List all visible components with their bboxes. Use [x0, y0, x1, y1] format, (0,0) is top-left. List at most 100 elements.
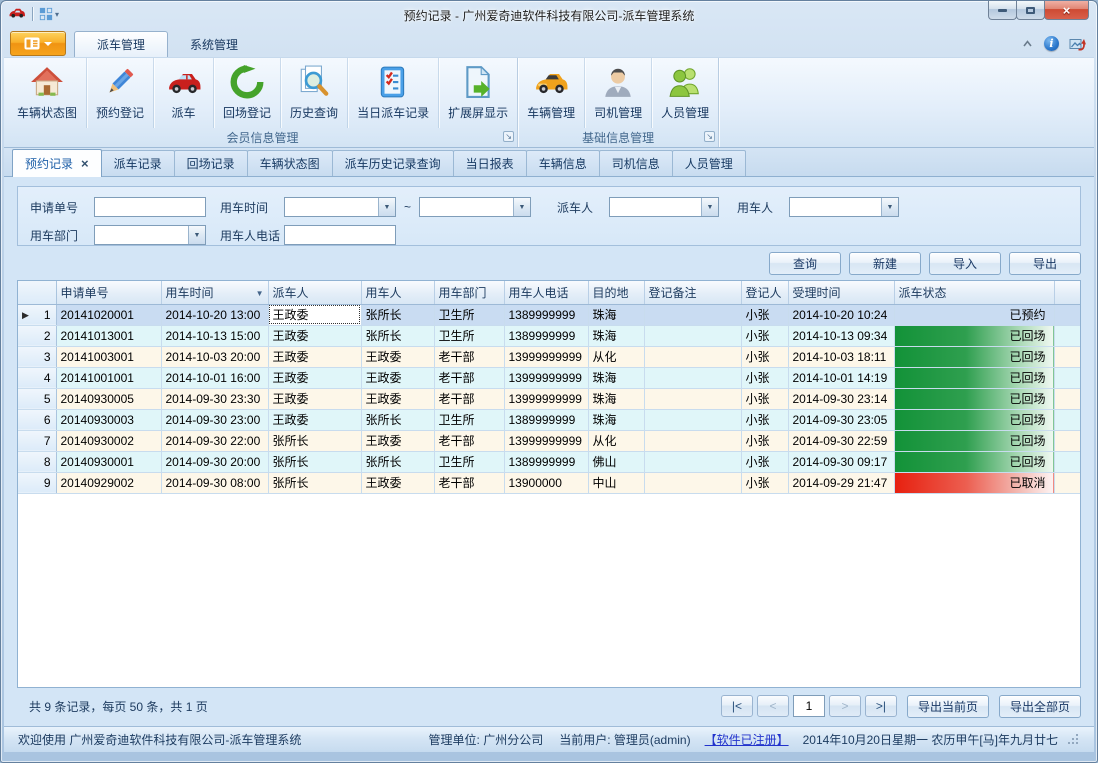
table-row[interactable]: 6201409300032014-09-30 23:00王政委张所长卫生所138…	[18, 409, 1080, 430]
doc-tab-回场记录[interactable]: 回场记录	[174, 150, 248, 176]
cell-派车状态[interactable]: 已回场	[894, 388, 1054, 409]
cell-派车状态[interactable]: 已预约	[894, 304, 1054, 325]
cell-用车人[interactable]: 张所长	[361, 304, 434, 325]
cell-派车人[interactable]: 王政委	[268, 346, 361, 367]
cell-申请单号[interactable]: 20140930005	[56, 388, 161, 409]
first-page-button[interactable]: |<	[721, 695, 753, 717]
column-header-用车人[interactable]: 用车人	[361, 281, 434, 304]
cell-用车时间[interactable]: 2014-09-30 08:00	[161, 472, 268, 493]
ribbon-tab-系统管理[interactable]: 系统管理	[168, 31, 260, 57]
table-row[interactable]: 4201410010012014-10-01 16:00王政委王政委老干部139…	[18, 367, 1080, 388]
cell-用车人[interactable]: 王政委	[361, 367, 434, 388]
prev-page-button[interactable]: <	[757, 695, 789, 717]
doc-tab-派车历史记录查询[interactable]: 派车历史记录查询	[332, 150, 454, 176]
doc-tab-预约记录[interactable]: 预约记录×	[12, 149, 102, 177]
chevron-down-icon[interactable]: ▼	[513, 198, 530, 216]
column-header-登记人[interactable]: 登记人	[741, 281, 788, 304]
cell-用车部门[interactable]: 老干部	[434, 346, 504, 367]
cell-用车时间[interactable]: 2014-10-20 13:00	[161, 304, 268, 325]
row-indicator[interactable]: 9	[18, 472, 56, 493]
cell-受理时间[interactable]: 2014-09-30 23:14	[788, 388, 894, 409]
user-phone-input[interactable]	[284, 225, 396, 245]
cell-目的地[interactable]: 珠海	[588, 325, 644, 346]
cell-派车状态[interactable]: 已回场	[894, 367, 1054, 388]
cell-派车人[interactable]: 王政委	[268, 304, 361, 325]
doc-tab-车辆信息[interactable]: 车辆信息	[526, 150, 600, 176]
cell-派车人[interactable]: 张所长	[268, 451, 361, 472]
cell-用车人[interactable]: 张所长	[361, 409, 434, 430]
cell-用车人[interactable]: 张所长	[361, 325, 434, 346]
cell-用车时间[interactable]: 2014-10-03 20:00	[161, 346, 268, 367]
doc-tab-派车记录[interactable]: 派车记录	[101, 150, 175, 176]
close-button[interactable]: ×	[1044, 1, 1089, 20]
cell-登记人[interactable]: 小张	[741, 388, 788, 409]
column-header-派车人[interactable]: 派车人	[268, 281, 361, 304]
cell-受理时间[interactable]: 2014-10-20 10:24	[788, 304, 894, 325]
ribbon-item-历史查询[interactable]: 历史查询	[281, 58, 348, 128]
cell-申请单号[interactable]: 20140930003	[56, 409, 161, 430]
doc-tab-司机信息[interactable]: 司机信息	[599, 150, 673, 176]
cell-用车人[interactable]: 王政委	[361, 472, 434, 493]
cell-登记人[interactable]: 小张	[741, 346, 788, 367]
cell-登记人[interactable]: 小张	[741, 304, 788, 325]
cell-用车部门[interactable]: 卫生所	[434, 451, 504, 472]
cell-用车人电话[interactable]: 1389999999	[504, 409, 588, 430]
cell-受理时间[interactable]: 2014-10-01 14:19	[788, 367, 894, 388]
cell-申请单号[interactable]: 20140929002	[56, 472, 161, 493]
cell-登记备注[interactable]	[644, 346, 741, 367]
cell-用车人[interactable]: 张所长	[361, 451, 434, 472]
ribbon-item-当日派车记录[interactable]: 当日派车记录	[348, 58, 439, 128]
cell-目的地[interactable]: 从化	[588, 430, 644, 451]
use-time-from-input[interactable]	[285, 198, 378, 216]
cell-用车时间[interactable]: 2014-09-30 22:00	[161, 430, 268, 451]
cell-派车人[interactable]: 王政委	[268, 409, 361, 430]
chevron-down-icon[interactable]: ▼	[701, 198, 718, 216]
info-icon[interactable]: i	[1044, 36, 1059, 51]
row-indicator[interactable]: 8	[18, 451, 56, 472]
cell-用车人[interactable]: 王政委	[361, 430, 434, 451]
export-current-page-button[interactable]: 导出当前页	[907, 695, 989, 718]
cell-受理时间[interactable]: 2014-10-03 18:11	[788, 346, 894, 367]
import-button[interactable]: 导入	[929, 252, 1001, 275]
cell-登记备注[interactable]	[644, 472, 741, 493]
cell-登记人[interactable]: 小张	[741, 430, 788, 451]
dialog-launcher-icon[interactable]: ↘	[704, 131, 715, 142]
cell-申请单号[interactable]: 20141020001	[56, 304, 161, 325]
ribbon-item-回场登记[interactable]: 回场登记	[214, 58, 281, 128]
feedback-icon[interactable]	[1069, 36, 1086, 51]
cell-申请单号[interactable]: 20141001001	[56, 367, 161, 388]
use-time-to-input[interactable]	[420, 198, 513, 216]
cell-用车部门[interactable]: 卫生所	[434, 304, 504, 325]
cell-登记备注[interactable]	[644, 304, 741, 325]
cell-派车状态[interactable]: 已取消	[894, 472, 1054, 493]
column-header-用车时间[interactable]: 用车时间▼	[161, 281, 268, 304]
doc-tab-人员管理[interactable]: 人员管理	[672, 150, 746, 176]
column-header-申请单号[interactable]: 申请单号	[56, 281, 161, 304]
cell-派车状态[interactable]: 已回场	[894, 409, 1054, 430]
cell-用车人电话[interactable]: 1389999999	[504, 451, 588, 472]
cell-用车时间[interactable]: 2014-10-01 16:00	[161, 367, 268, 388]
user-input[interactable]	[790, 198, 881, 216]
next-page-button[interactable]: >	[829, 695, 861, 717]
cell-用车部门[interactable]: 老干部	[434, 367, 504, 388]
row-indicator[interactable]: 5	[18, 388, 56, 409]
cell-登记备注[interactable]	[644, 388, 741, 409]
table-row[interactable]: 8201409300012014-09-30 20:00张所长张所长卫生所138…	[18, 451, 1080, 472]
cell-用车部门[interactable]: 老干部	[434, 472, 504, 493]
row-indicator[interactable]: ▶1	[18, 304, 56, 325]
ribbon-item-人员管理[interactable]: 人员管理	[652, 58, 718, 128]
chevron-down-icon[interactable]: ▼	[881, 198, 898, 216]
use-time-to-combo[interactable]: ▼	[419, 197, 531, 217]
last-page-button[interactable]: >|	[865, 695, 897, 717]
cell-登记人[interactable]: 小张	[741, 451, 788, 472]
cell-受理时间[interactable]: 2014-09-30 09:17	[788, 451, 894, 472]
table-row[interactable]: 7201409300022014-09-30 22:00张所长王政委老干部139…	[18, 430, 1080, 451]
minimize-button[interactable]	[988, 1, 1017, 20]
cell-用车人电话[interactable]: 13999999999	[504, 388, 588, 409]
cell-目的地[interactable]: 珠海	[588, 388, 644, 409]
cell-受理时间[interactable]: 2014-09-29 21:47	[788, 472, 894, 493]
cell-申请单号[interactable]: 20140930002	[56, 430, 161, 451]
dispatcher-input[interactable]	[610, 198, 701, 216]
cell-派车状态[interactable]: 已回场	[894, 451, 1054, 472]
department-combo[interactable]: ▼	[94, 225, 206, 245]
